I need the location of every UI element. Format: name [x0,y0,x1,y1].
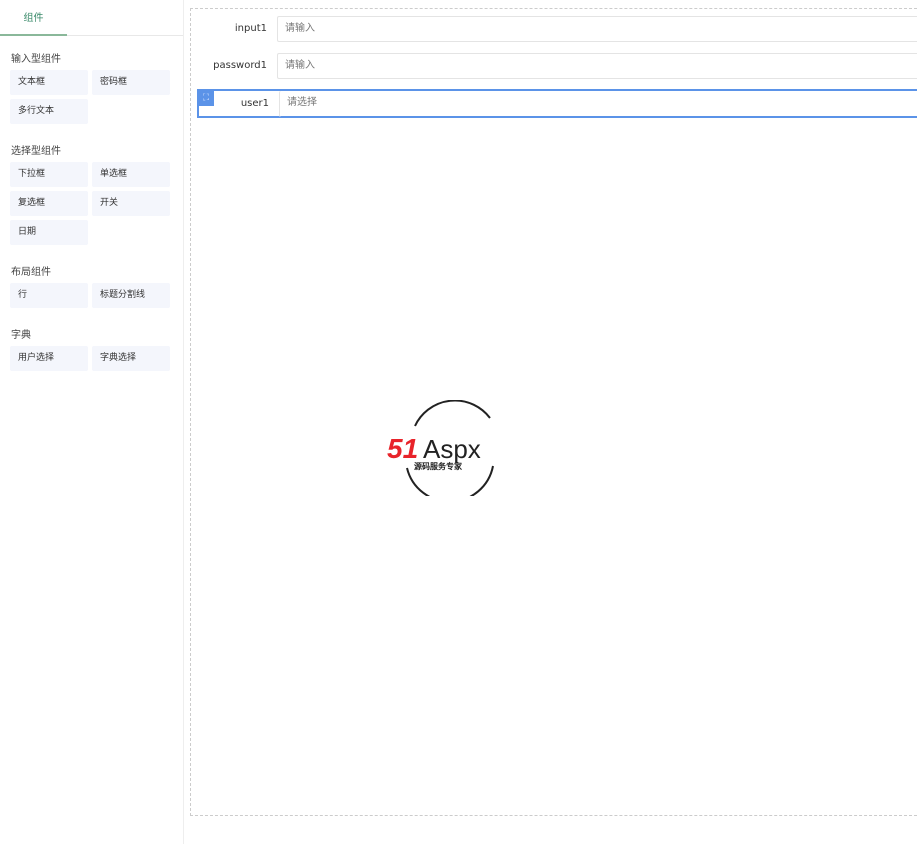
component-user-select[interactable]: 用户选择 [10,346,88,371]
component-checkbox[interactable]: 复选框 [10,191,88,216]
group-layout: 布局组件 行 标题分割线 [0,263,183,308]
group-title: 字典 [11,330,31,341]
group-select: 选择型组件 下拉框 单选框 复选框 开关 日期 [0,142,183,245]
group-dict: 字典 用户选择 字典选择 [0,326,183,371]
component-textbox[interactable]: 文本框 [10,70,88,95]
component-dict-select[interactable]: 字典选择 [92,346,170,371]
component-switch[interactable]: 开关 [92,191,170,216]
user1-select[interactable]: 请选择 [279,91,917,117]
component-password[interactable]: 密码框 [92,70,170,95]
form-row-user1-selected[interactable]: ⛶ user1 请选择 [197,89,917,118]
component-divider[interactable]: 标题分割线 [92,283,170,308]
svg-text:Aspx: Aspx [423,434,481,464]
component-textarea[interactable]: 多行文本 [10,99,88,124]
group-title: 布局组件 [11,267,51,278]
field-label: password1 [213,60,267,71]
password1-field[interactable]: 请输入 [277,53,917,79]
component-row[interactable]: 行 [10,283,88,308]
field-label: input1 [234,23,267,34]
group-title: 选择型组件 [11,146,61,157]
svg-text:51: 51 [387,433,418,464]
svg-text:源码服务专家: 源码服务专家 [414,461,463,471]
input1-field[interactable]: 请输入 [277,16,917,42]
component-date[interactable]: 日期 [10,220,88,245]
group-title: 输入型组件 [11,54,61,65]
component-dropdown[interactable]: 下拉框 [10,162,88,187]
form-canvas[interactable]: input1 请输入 password1 请输入 ⛶ user1 请选择 [190,8,917,816]
component-sidebar: 组件 输入型组件 文本框 密码框 多行文本 选择型组件 下拉框 单选框 复选框 … [0,0,184,844]
group-input: 输入型组件 文本框 密码框 多行文本 [0,50,183,124]
watermark-logo: 51 Aspx 源码服务专家 [385,399,515,503]
form-row-password1[interactable]: password1 请输入 [197,52,917,80]
form-row-input1[interactable]: input1 请输入 [197,15,917,43]
sidebar-tabs: 组件 [0,0,183,36]
field-label: user1 [240,98,269,109]
component-radio[interactable]: 单选框 [92,162,170,187]
tab-components[interactable]: 组件 [0,0,67,36]
